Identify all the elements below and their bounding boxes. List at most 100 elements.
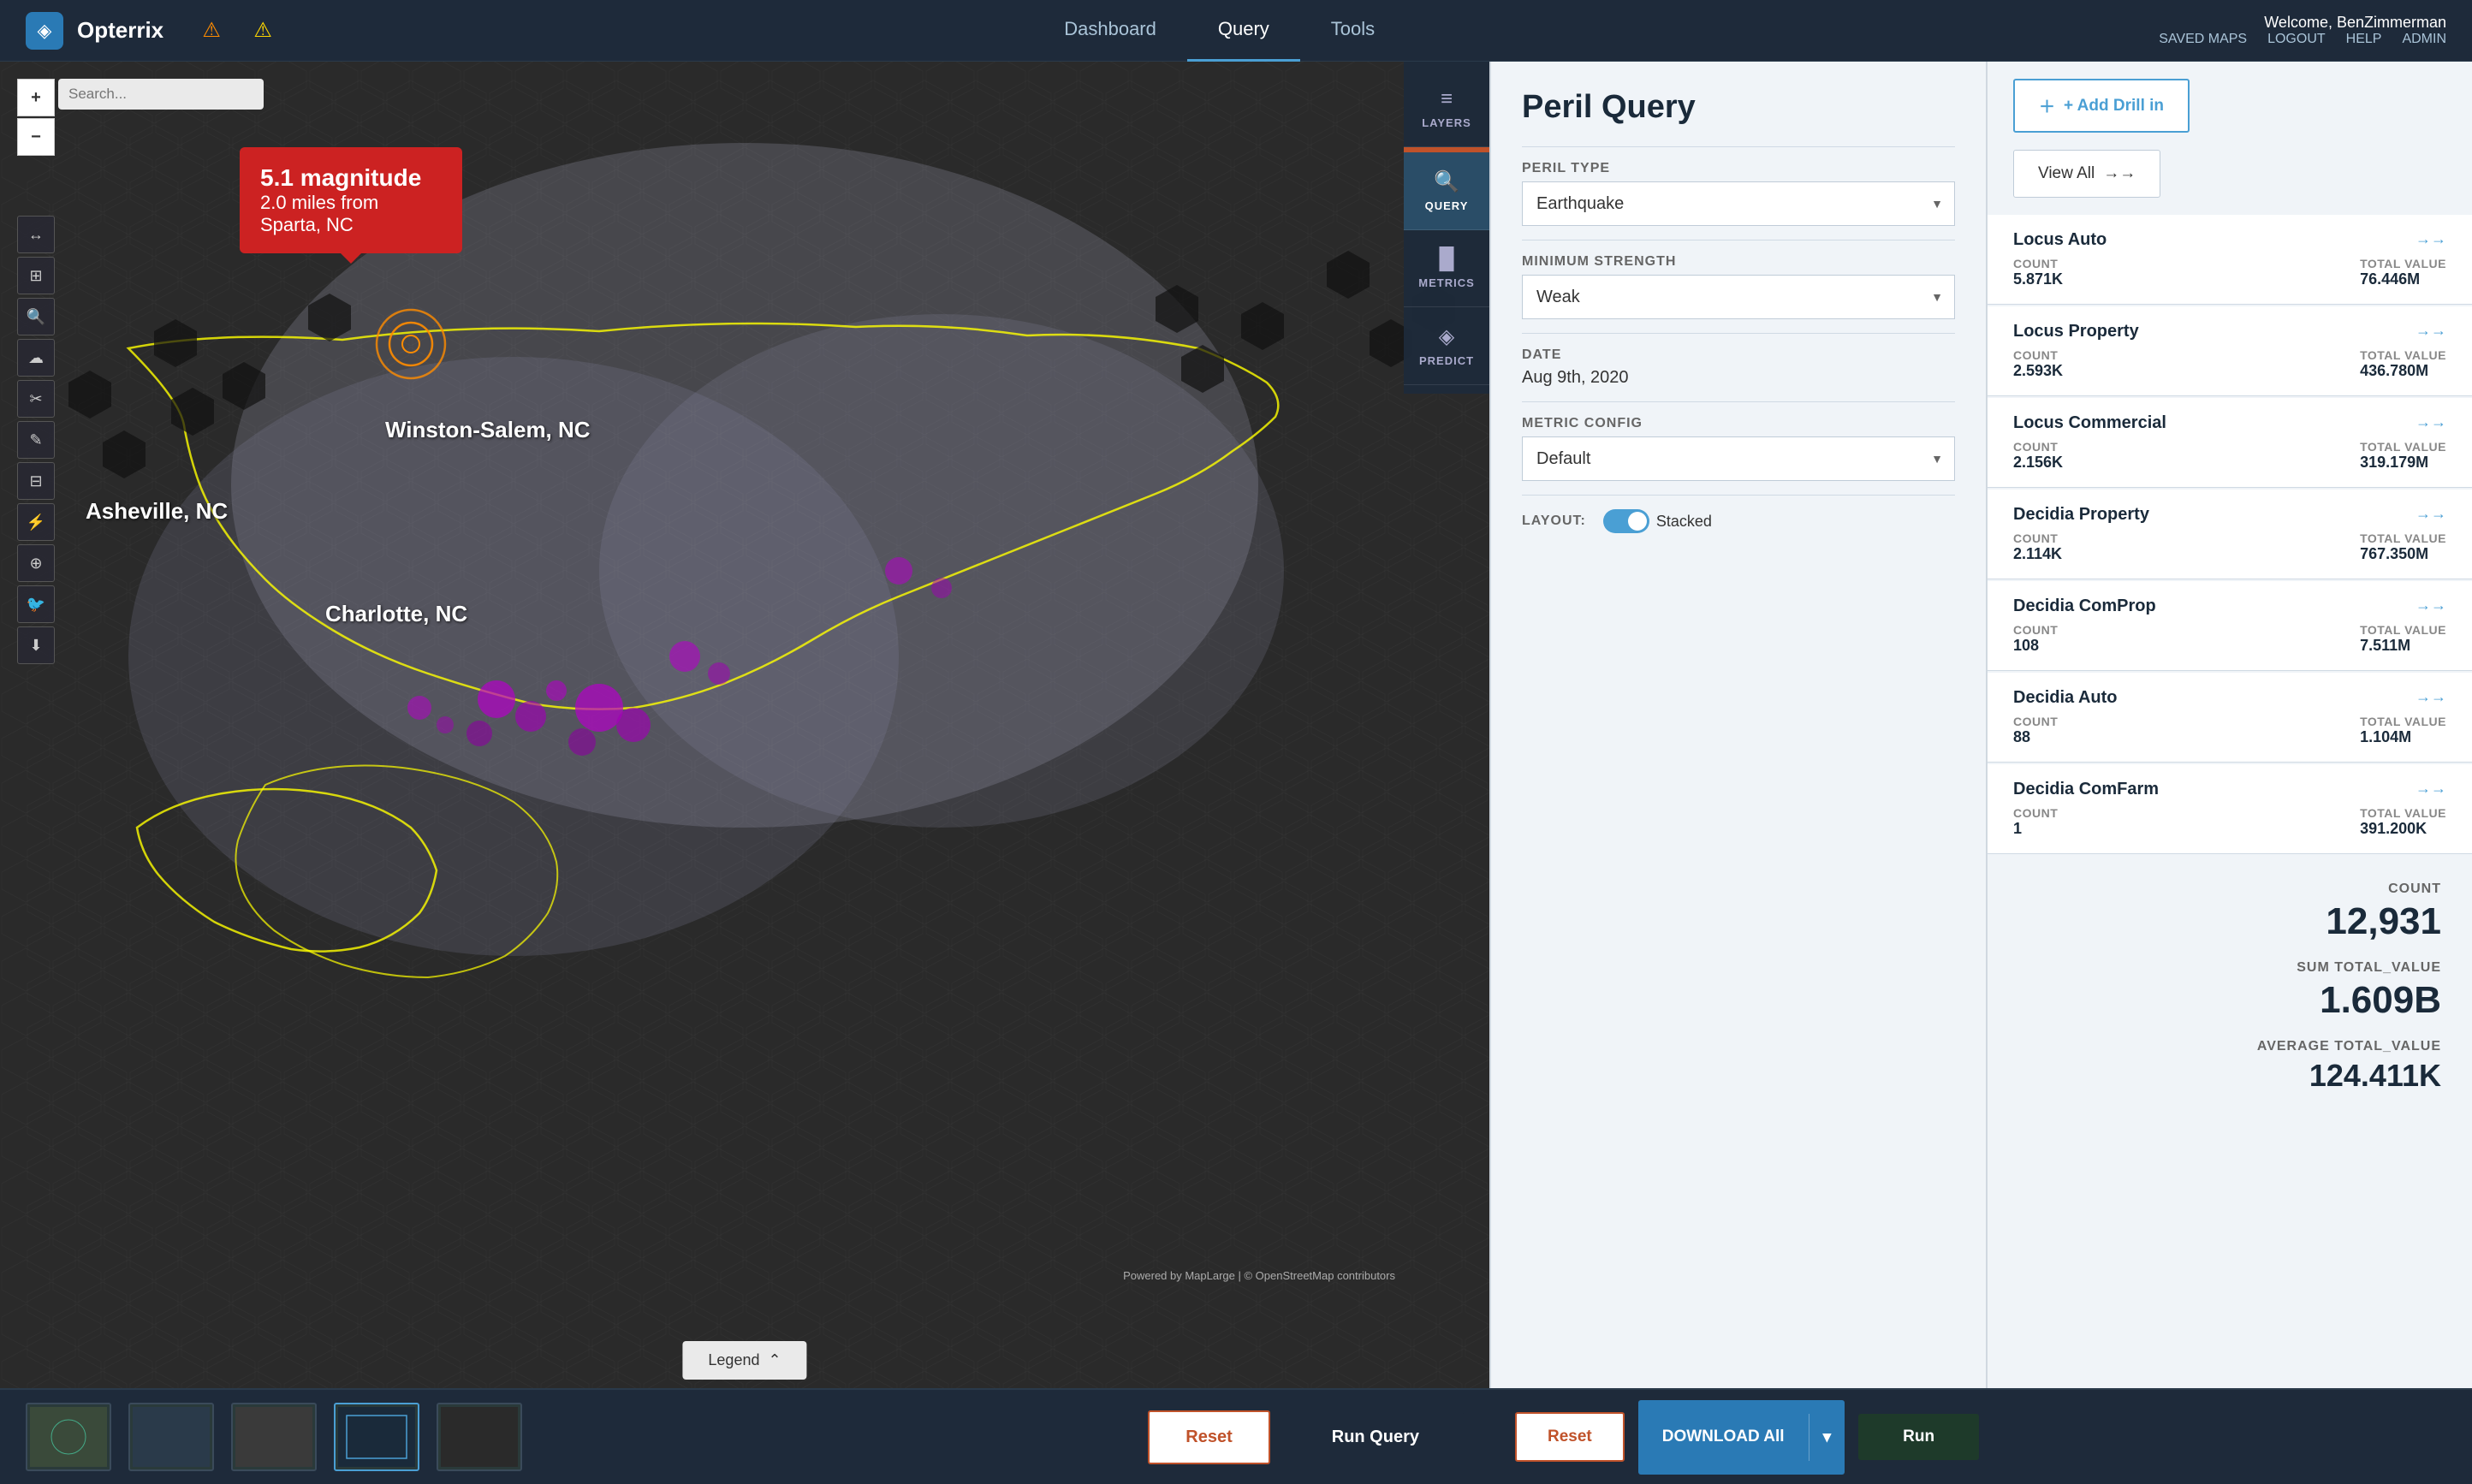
metric-config-label: METRIC CONFIG <box>1522 416 1955 431</box>
result-link-5[interactable]: →→ <box>2416 688 2446 706</box>
view-all-arrow-icon: →→ <box>2103 164 2136 183</box>
alert-orange-icon[interactable]: ⚠ <box>194 15 229 46</box>
result-name-3: Decidia Property <box>2013 505 2149 525</box>
layout-toggle-label: Stacked <box>1656 513 1712 531</box>
minimum-strength-label: MINIMUM STRENGTH <box>1522 254 1955 270</box>
map-search-input[interactable] <box>68 86 253 103</box>
result-link-0[interactable]: →→ <box>2416 230 2446 248</box>
tool-lightning[interactable]: ⚡ <box>17 503 55 541</box>
metric-config-select[interactable]: Default <box>1522 436 1955 481</box>
map-right-tools: ≡ LAYERS 🔍 QUERY ▐▌ METRICS ◈ PREDICT <box>1404 62 1489 394</box>
minimum-strength-select-wrapper: Weak <box>1522 275 1955 319</box>
result-metrics-4: COUNT 108 TOTAL VALUE 7.511M <box>2013 623 2446 655</box>
alert-icons: ⚠ ⚠ <box>194 15 280 46</box>
result-link-1[interactable]: →→ <box>2416 322 2446 340</box>
result-header-3: Decidia Property →→ <box>2013 505 2446 525</box>
result-link-3[interactable]: →→ <box>2416 505 2446 523</box>
tool-select[interactable]: ↔ <box>17 216 55 253</box>
add-drill-plus-icon: ＋ <box>2039 94 2055 117</box>
map-search-bar[interactable] <box>58 79 264 110</box>
layout-label: Layout: <box>1522 513 1586 529</box>
map-tool-layers[interactable]: ≡ LAYERS <box>1404 70 1489 147</box>
tool-zoom-area[interactable]: 🔍 <box>17 298 55 335</box>
map-thumb-2[interactable] <box>128 1403 214 1471</box>
tool-edit[interactable]: ✎ <box>17 421 55 459</box>
result-item-decidia-property: Decidia Property →→ COUNT 2.114K TOTAL V… <box>1988 490 2472 579</box>
results-run-button[interactable]: Run <box>1858 1414 1979 1460</box>
download-arrow-icon[interactable]: ▾ <box>1809 1414 1845 1461</box>
legend-arrow-icon: ⌃ <box>768 1351 781 1369</box>
layout-field: Layout: Stacked <box>1491 496 1986 547</box>
sum-total-label: SUM TOTAL_VALUE <box>2018 960 2441 976</box>
saved-maps-link[interactable]: SAVED MAPS <box>2159 32 2247 47</box>
thumb-4-preview <box>338 1407 415 1467</box>
admin-link[interactable]: ADMIN <box>2402 32 2446 47</box>
run-query-button[interactable]: Run Query <box>1287 1412 1464 1463</box>
result-metrics-1: COUNT 2.593K TOTAL VALUE 436.780M <box>2013 348 2446 380</box>
result-metrics-5: COUNT 88 TOTAL VALUE 1.104M <box>2013 715 2446 746</box>
add-drill-button[interactable]: ＋ + Add Drill in <box>2013 79 2190 133</box>
map-thumb-4[interactable] <box>334 1403 419 1471</box>
query-panel: Peril Query PERIL TYPE Earthquake MINIMU… <box>1489 62 1986 1388</box>
eq-location: Sparta, NC <box>260 214 442 236</box>
tool-move[interactable]: ⊞ <box>17 257 55 294</box>
layout-toggle[interactable]: Stacked <box>1603 509 1712 533</box>
map-tool-query[interactable]: 🔍 QUERY <box>1404 152 1489 230</box>
result-name-6: Decidia ComFarm <box>2013 780 2159 799</box>
result-link-4[interactable]: →→ <box>2416 597 2446 614</box>
tool-pin[interactable]: ⊕ <box>17 544 55 582</box>
nav-dashboard[interactable]: Dashboard <box>1033 0 1187 62</box>
avg-total-label: AVERAGE TOTAL_VALUE <box>2018 1039 2441 1054</box>
bottom-right-bar: Reset DOWNLOAD All ▾ Run <box>1489 1388 2472 1484</box>
map-tool-predict[interactable]: ◈ PREDICT <box>1404 307 1489 385</box>
result-header-1: Locus Property →→ <box>2013 322 2446 341</box>
result-item-decidia-auto: Decidia Auto →→ COUNT 88 TOTAL VALUE 1.1… <box>1988 673 2472 763</box>
nav-query[interactable]: Query <box>1187 0 1300 62</box>
map-reset-button[interactable]: Reset <box>1148 1410 1269 1464</box>
map-thumb-3[interactable] <box>231 1403 317 1471</box>
result-link-6[interactable]: →→ <box>2416 780 2446 798</box>
map-thumb-5[interactable] <box>437 1403 522 1471</box>
map-area[interactable]: Asheville, NC Charlotte, NC Winston-Sale… <box>0 62 1489 1388</box>
result-header-2: Locus Commercial →→ <box>2013 413 2446 433</box>
legend-bar[interactable]: Legend ⌃ <box>682 1341 806 1380</box>
predict-icon: ◈ <box>1439 324 1454 349</box>
nav-links: Dashboard Query Tools <box>1033 0 1405 62</box>
date-value: Aug 9th, 2020 <box>1522 368 1955 388</box>
tool-twitter[interactable]: 🐦 <box>17 585 55 623</box>
totals-section: COUNT 12,931 SUM TOTAL_VALUE 1.609B AVER… <box>1988 856 2472 1137</box>
results-panel: ＋ + Add Drill in View All →→ Locus Auto … <box>1986 62 2472 1484</box>
logout-link[interactable]: LOGOUT <box>2267 32 2326 47</box>
result-name-5: Decidia Auto <box>2013 688 2118 708</box>
zoom-out-button[interactable]: − <box>17 118 55 156</box>
view-all-label: View All <box>2038 164 2095 183</box>
tool-layer[interactable]: ☁ <box>17 339 55 377</box>
map-thumb-1[interactable] <box>26 1403 111 1471</box>
query-label: QUERY <box>1425 199 1469 212</box>
result-link-2[interactable]: →→ <box>2416 413 2446 431</box>
tool-download[interactable]: ⬇ <box>17 626 55 664</box>
tool-draw[interactable]: ✂ <box>17 380 55 418</box>
results-reset-button[interactable]: Reset <box>1515 1412 1625 1462</box>
query-panel-title: Peril Query <box>1522 89 1955 126</box>
view-all-button[interactable]: View All →→ <box>2013 150 2160 198</box>
date-label: DATE <box>1522 347 1955 363</box>
alert-yellow-icon[interactable]: ⚠ <box>246 15 280 46</box>
peril-type-select[interactable]: Earthquake <box>1522 181 1955 226</box>
result-header-5: Decidia Auto →→ <box>2013 688 2446 708</box>
logo-area: ◈ Opterrix ⚠ ⚠ <box>0 12 306 50</box>
top-nav: ◈ Opterrix ⚠ ⚠ Dashboard Query Tools Wel… <box>0 0 2472 62</box>
tool-delete[interactable]: ⊟ <box>17 462 55 500</box>
nav-tools[interactable]: Tools <box>1300 0 1405 62</box>
minimum-strength-select[interactable]: Weak <box>1522 275 1955 319</box>
zoom-in-button[interactable]: + <box>17 79 55 116</box>
thumb-2-preview <box>133 1407 210 1467</box>
map-tool-metrics[interactable]: ▐▌ METRICS <box>1404 230 1489 307</box>
left-toolbar: ↔ ⊞ 🔍 ☁ ✂ ✎ ⊟ ⚡ ⊕ 🐦 ⬇ <box>17 216 55 664</box>
total-value-0: 76.446M <box>2360 270 2446 288</box>
minimum-strength-field: MINIMUM STRENGTH Weak <box>1491 240 1986 333</box>
download-button[interactable]: DOWNLOAD All ▾ <box>1638 1400 1845 1475</box>
map-zoom-controls: + − <box>17 79 55 156</box>
help-link[interactable]: HELP <box>2346 32 2382 47</box>
result-name-0: Locus Auto <box>2013 230 2107 250</box>
